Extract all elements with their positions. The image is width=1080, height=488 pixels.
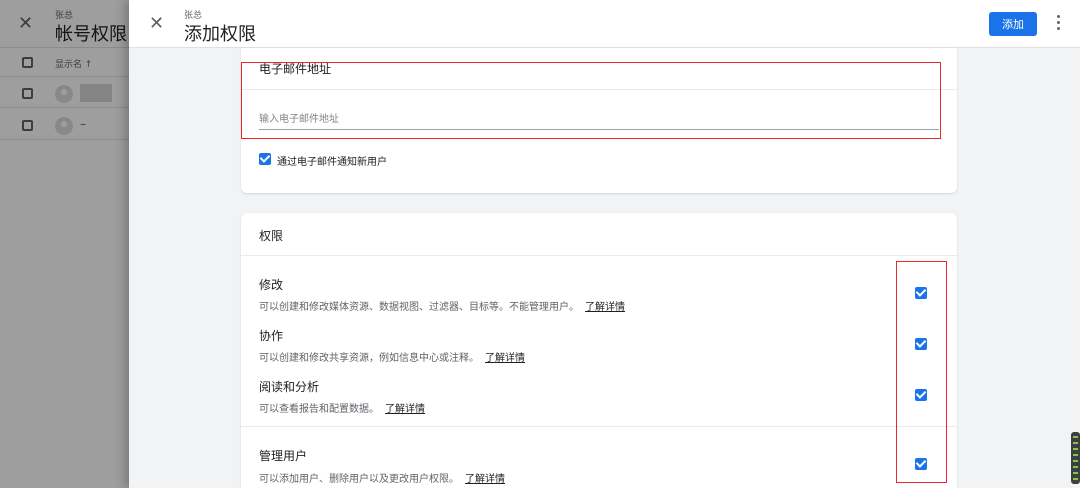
permission-checkbox-edit[interactable] [915, 287, 927, 299]
permission-title-collaborate: 协作 [259, 329, 284, 343]
permission-title-manage-users: 管理用户 [259, 449, 308, 463]
notify-label: 通过电子邮件通知新用户 [277, 157, 387, 168]
email-card: 电子邮件地址 通过电子邮件通知新用户 [241, 48, 957, 193]
more-vert-icon[interactable] [1051, 12, 1065, 36]
permission-checkbox-manage-users[interactable] [915, 458, 927, 470]
scrollbar-handle[interactable] [1071, 432, 1080, 484]
notify-checkbox[interactable] [259, 153, 271, 165]
learn-more-link[interactable]: 了解详情 [385, 404, 425, 415]
email-section-label: 电子邮件地址 [259, 62, 332, 76]
divider [241, 255, 957, 256]
permission-desc-collaborate: 可以创建和修改共享资源，例如信息中心或注释。 了解详情 [259, 353, 525, 364]
learn-more-link[interactable]: 了解详情 [485, 353, 525, 364]
permission-title-edit: 修改 [259, 278, 284, 292]
add-button[interactable]: 添加 [989, 12, 1037, 36]
permission-checkbox-read-analyze[interactable] [915, 389, 927, 401]
permissions-section-label: 权限 [259, 229, 284, 243]
learn-more-link[interactable]: 了解详情 [585, 302, 625, 313]
permissions-card: 权限 修改 可以创建和修改媒体资源、数据视图、过滤器、目标等。不能管理用户。 了解… [241, 213, 957, 488]
permission-desc-read-analyze: 可以查看报告和配置数据。 了解详情 [259, 404, 425, 415]
permission-checkbox-collaborate[interactable] [915, 338, 927, 350]
panel-title: 添加权限 [184, 24, 256, 45]
divider [241, 426, 957, 427]
divider [241, 89, 957, 90]
panel-header: ✕ 张总 添加权限 添加 [129, 0, 1080, 48]
close-icon[interactable]: ✕ [149, 13, 164, 34]
learn-more-link[interactable]: 了解详情 [465, 474, 505, 485]
permission-desc-manage-users: 可以添加用户、删除用户以及更改用户权限。 了解详情 [259, 474, 505, 485]
permission-desc-edit: 可以创建和修改媒体资源、数据视图、过滤器、目标等。不能管理用户。 了解详情 [259, 302, 625, 313]
add-permissions-panel: ✕ 张总 添加权限 添加 电子邮件地址 通过电子邮件通知新用户 权限 修改 可以… [129, 0, 1080, 488]
permission-title-read-analyze: 阅读和分析 [259, 380, 320, 394]
email-input[interactable] [259, 110, 939, 130]
